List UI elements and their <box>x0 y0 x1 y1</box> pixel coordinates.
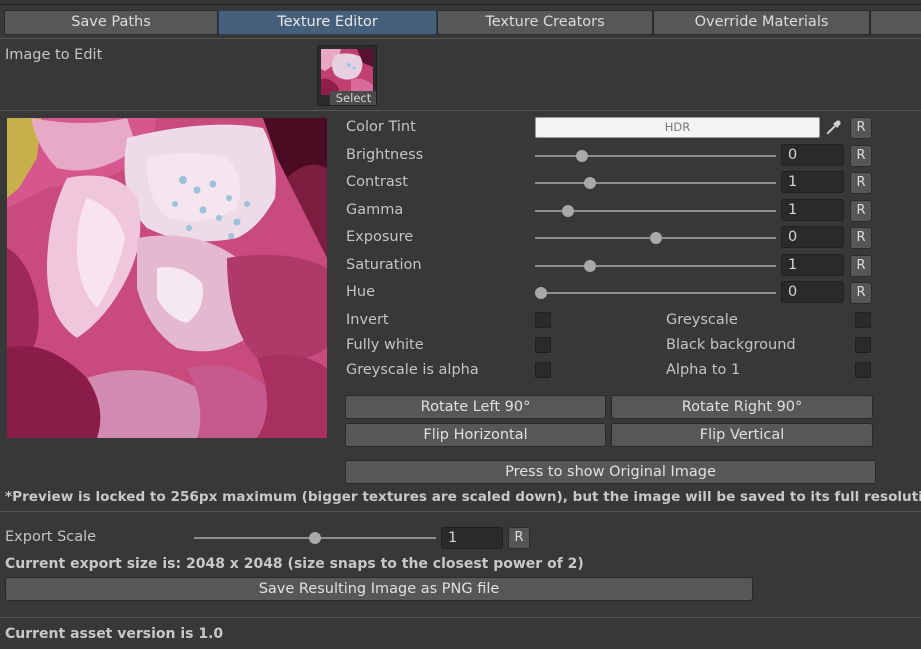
greyscale-checkbox[interactable] <box>855 312 871 328</box>
divider <box>0 110 921 111</box>
saturation-slider-track[interactable] <box>535 265 776 267</box>
select-label[interactable]: Select <box>330 91 376 105</box>
brightness-value-field[interactable]: 0 <box>781 144 844 166</box>
saturation-slider-thumb[interactable] <box>584 260 597 272</box>
contrast-slider-track[interactable] <box>535 182 776 184</box>
color-tint-field[interactable]: HDR <box>535 117 820 138</box>
tab-texture-editor[interactable]: Texture Editor <box>218 10 437 35</box>
top-border <box>0 4 921 5</box>
export-scale-label: Export Scale <box>5 529 97 545</box>
black-background-checkbox[interactable] <box>855 337 871 353</box>
brightness-reset-button[interactable]: R <box>850 145 872 167</box>
tab-bar: Save Paths Texture Editor Texture Creato… <box>0 10 921 35</box>
fully-white-checkbox[interactable] <box>535 337 551 353</box>
color-tint-reset-button[interactable]: R <box>850 117 872 139</box>
saturation-value-field[interactable]: 1 <box>781 254 844 276</box>
invert-label: Invert <box>346 312 389 328</box>
save-png-button[interactable]: Save Resulting Image as PNG file <box>5 577 753 601</box>
brightness-label: Brightness <box>346 147 424 163</box>
gamma-label: Gamma <box>346 202 404 218</box>
hue-label: Hue <box>346 284 376 300</box>
contrast-label: Contrast <box>346 174 408 190</box>
exposure-reset-button[interactable]: R <box>850 227 872 249</box>
alpha-to-1-label: Alpha to 1 <box>666 362 741 378</box>
greyscale-is-alpha-checkbox[interactable] <box>535 362 551 378</box>
exposure-label: Exposure <box>346 229 414 245</box>
saturation-reset-button[interactable]: R <box>850 255 872 277</box>
asset-version-text: Current asset version is 1.0 <box>5 626 224 642</box>
flip-horizontal-button[interactable]: Flip Horizontal <box>345 423 606 447</box>
hue-slider-thumb[interactable] <box>535 287 547 299</box>
export-size-text: Current export size is: 2048 x 2048 (siz… <box>5 556 584 572</box>
divider <box>0 511 921 512</box>
hue-slider-track[interactable] <box>535 292 776 294</box>
greyscale-label: Greyscale <box>666 312 738 328</box>
invert-checkbox[interactable] <box>535 312 551 328</box>
hue-value-field[interactable]: 0 <box>781 281 844 303</box>
gamma-reset-button[interactable]: R <box>850 200 872 222</box>
contrast-reset-button[interactable]: R <box>850 172 872 194</box>
export-scale-reset-button[interactable]: R <box>508 527 530 549</box>
black-background-label: Black background <box>666 337 796 353</box>
exposure-slider-thumb[interactable] <box>649 232 662 244</box>
color-tint-label: Color Tint <box>346 119 416 135</box>
contrast-value-field[interactable]: 1 <box>781 171 844 193</box>
export-scale-field[interactable]: 1 <box>441 527 503 549</box>
gamma-value-field[interactable]: 1 <box>781 199 844 221</box>
eyedropper-icon[interactable] <box>822 117 844 139</box>
tab-texture-creators[interactable]: Texture Creators <box>437 10 653 35</box>
exposure-value-field[interactable]: 0 <box>781 226 844 248</box>
divider <box>0 38 921 39</box>
flip-vertical-button[interactable]: Flip Vertical <box>611 423 873 447</box>
rotate-left-button[interactable]: Rotate Left 90° <box>345 395 606 419</box>
greyscale-is-alpha-label: Greyscale is alpha <box>346 362 479 378</box>
tab-more[interactable] <box>870 10 921 35</box>
contrast-slider-thumb[interactable] <box>584 177 597 189</box>
saturation-label: Saturation <box>346 257 422 273</box>
alpha-to-1-checkbox[interactable] <box>855 362 871 378</box>
texture-preview-image <box>7 118 327 438</box>
image-object-field[interactable]: Select <box>317 45 377 106</box>
gamma-slider-thumb[interactable] <box>562 205 575 217</box>
brightness-slider-thumb[interactable] <box>576 150 589 162</box>
tab-save-paths[interactable]: Save Paths <box>4 10 218 35</box>
rotate-right-button[interactable]: Rotate Right 90° <box>611 395 873 419</box>
fully-white-label: Fully white <box>346 337 424 353</box>
brightness-slider-track[interactable] <box>535 155 776 157</box>
preview-note: *Preview is locked to 256px maximum (big… <box>5 489 921 505</box>
divider <box>0 617 921 618</box>
export-scale-thumb[interactable] <box>309 532 321 544</box>
texture-thumbnail <box>321 49 373 95</box>
image-to-edit-label: Image to Edit <box>5 47 103 63</box>
hue-reset-button[interactable]: R <box>850 282 872 304</box>
tab-override-materials[interactable]: Override Materials <box>653 10 870 35</box>
show-original-button[interactable]: Press to show Original Image <box>345 460 876 484</box>
